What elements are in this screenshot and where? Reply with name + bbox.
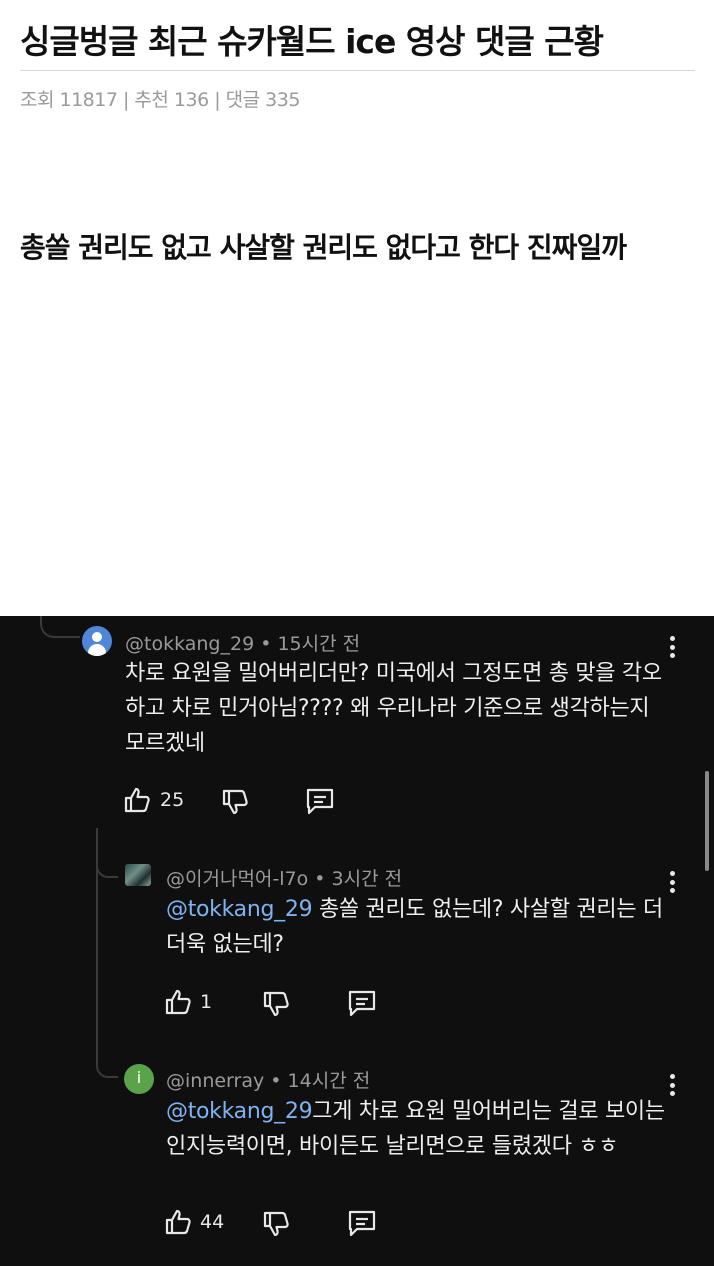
dislike-icon[interactable] xyxy=(262,1210,290,1238)
more-options-icon[interactable] xyxy=(670,1074,676,1100)
avatar[interactable] xyxy=(82,626,112,656)
dislike-icon[interactable] xyxy=(221,788,249,816)
like-icon[interactable] xyxy=(123,786,151,814)
comment-meta: @tokkang_29 • 15시간 전 xyxy=(125,629,360,656)
reply-icon[interactable] xyxy=(305,787,335,815)
more-options-icon[interactable] xyxy=(670,636,676,662)
comment-text: @tokkang_29 총쏠 권리도 없는데? 사살할 권리는 더더욱 없는데? xyxy=(166,892,666,962)
comment-meta: @innerray • 14시간 전 xyxy=(166,1066,370,1093)
comment-screenshot: @tokkang_29 • 15시간 전 차로 요원을 밀어버리더만? 미국에서… xyxy=(0,616,714,1266)
avatar[interactable] xyxy=(125,864,151,886)
comment: @tokkang_29 • 15시간 전 차로 요원을 밀어버리더만? 미국에서… xyxy=(0,616,714,826)
comment-reply: @이거나먹어-l7o • 3시간 전 @tokkang_29 총쏠 권리도 없는… xyxy=(0,846,714,1046)
mention-link[interactable]: @tokkang_29 xyxy=(166,897,313,922)
like-count: 1 xyxy=(200,991,213,1013)
separator-dot: • xyxy=(314,868,332,890)
dislike-icon[interactable] xyxy=(262,990,290,1018)
comment-time: 15시간 전 xyxy=(277,633,361,655)
comment-handle[interactable]: @이거나먹어-l7o xyxy=(166,868,308,890)
mention-link[interactable]: @tokkang_29 xyxy=(166,1099,313,1124)
more-options-icon[interactable] xyxy=(670,871,676,897)
like-count: 25 xyxy=(160,789,185,811)
reply-icon[interactable] xyxy=(347,1209,377,1237)
comment-handle[interactable]: @innerray xyxy=(166,1070,264,1092)
like-count: 44 xyxy=(200,1211,225,1233)
comment-text: @tokkang_29그게 차로 요원 밀어버리는 걸로 보이는 인지능력이면,… xyxy=(166,1094,666,1164)
post-title: 싱글벙글 최근 슈카월드 ice 영상 댓글 근황 xyxy=(20,22,604,61)
comment-time: 3시간 전 xyxy=(331,868,403,890)
separator-dot: • xyxy=(260,633,278,655)
title-divider xyxy=(20,70,695,71)
comment-reply: i @innerray • 14시간 전 @tokkang_29그게 차로 요원… xyxy=(0,1056,714,1266)
separator-dot: • xyxy=(270,1070,288,1092)
scrollbar[interactable] xyxy=(705,771,709,871)
post-meta: 조회 11817 | 추천 136 | 댓글 335 xyxy=(20,89,300,111)
comment-text: 차로 요원을 밀어버리더만? 미국에서 그정도면 총 맞을 각오 하고 차로 민… xyxy=(125,661,662,756)
like-icon[interactable] xyxy=(164,1208,192,1236)
reply-icon[interactable] xyxy=(347,989,377,1017)
post-body-text: 총쏠 권리도 없고 사살할 권리도 없다고 한다 진짜일까 xyxy=(20,231,627,264)
like-icon[interactable] xyxy=(164,988,192,1016)
avatar[interactable]: i xyxy=(124,1064,154,1094)
comment-meta: @이거나먹어-l7o • 3시간 전 xyxy=(166,864,402,891)
comment-time: 14시간 전 xyxy=(287,1070,371,1092)
comment-handle[interactable]: @tokkang_29 xyxy=(125,633,254,655)
